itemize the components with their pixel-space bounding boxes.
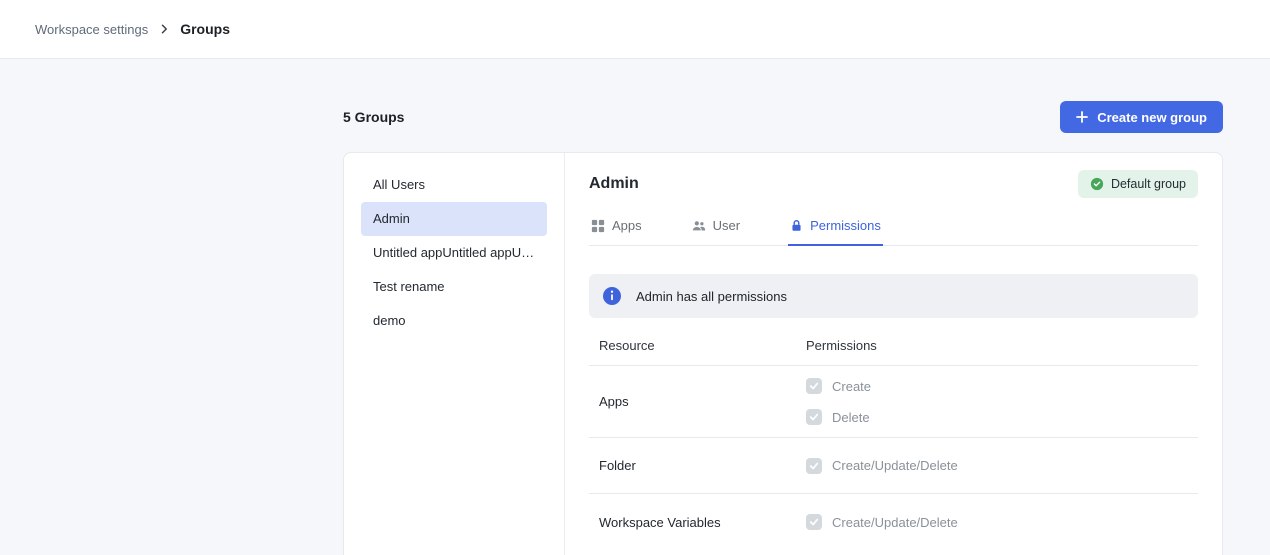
apps-grid-icon	[591, 219, 605, 233]
create-checkbox[interactable]	[806, 378, 822, 394]
permissions-table-header: Resource Permissions	[589, 324, 1198, 366]
check-circle-icon	[1090, 177, 1104, 191]
lock-icon	[790, 219, 803, 232]
permissions-info-banner: Admin has all permissions	[589, 274, 1198, 318]
permissions-table: Resource Permissions Apps Create	[589, 324, 1198, 550]
group-item-untitled-app[interactable]: Untitled appUntitled appUntitle...	[361, 236, 547, 270]
page-header: 5 Groups Create new group	[343, 101, 1223, 133]
tab-apps-label: Apps	[612, 218, 642, 233]
tab-permissions-label: Permissions	[810, 218, 881, 233]
permission-entry-cud: Create/Update/Delete	[806, 514, 1188, 530]
permission-label: Create	[832, 379, 871, 394]
permission-label: Create/Update/Delete	[832, 515, 958, 530]
breadcrumb-current-groups: Groups	[180, 21, 230, 37]
permission-label: Delete	[832, 410, 870, 425]
tab-permissions[interactable]: Permissions	[788, 209, 883, 246]
permission-entry-delete: Delete	[806, 409, 1188, 425]
group-item-admin[interactable]: Admin	[361, 202, 547, 236]
topbar: Workspace settings Groups	[0, 0, 1270, 59]
permission-entry-create: Create	[806, 378, 1188, 394]
create-new-group-label: Create new group	[1097, 110, 1207, 125]
permission-entry-cud: Create/Update/Delete	[806, 458, 1188, 474]
delete-checkbox[interactable]	[806, 409, 822, 425]
groups-card: All Users Admin Untitled appUntitled app…	[343, 152, 1223, 555]
workspace-variables-cud-checkbox[interactable]	[806, 514, 822, 530]
group-list: All Users Admin Untitled appUntitled app…	[344, 153, 565, 555]
permission-label: Create/Update/Delete	[832, 458, 958, 473]
permissions-column-header: Permissions	[806, 338, 1188, 353]
group-panel-header: Admin Default group	[589, 169, 1198, 199]
resource-name: Workspace Variables	[599, 515, 806, 530]
group-item-demo[interactable]: demo	[361, 304, 547, 338]
breadcrumb-workspace-settings[interactable]: Workspace settings	[35, 22, 148, 37]
resource-column-header: Resource	[599, 338, 806, 353]
resource-name: Apps	[599, 394, 806, 409]
group-item-test-rename[interactable]: Test rename	[361, 270, 547, 304]
groups-page: 5 Groups Create new group All Users Admi…	[343, 101, 1223, 555]
permission-cells: Create Delete	[806, 378, 1188, 425]
plus-icon	[1076, 111, 1088, 123]
chevron-right-icon	[158, 23, 170, 35]
group-item-all-users[interactable]: All Users	[361, 168, 547, 202]
table-row-apps: Apps Create Delete	[589, 366, 1198, 438]
default-group-badge: Default group	[1078, 170, 1198, 198]
users-icon	[692, 219, 706, 233]
banner-text: Admin has all permissions	[636, 289, 787, 304]
tab-user[interactable]: User	[690, 209, 742, 246]
group-detail-panel: Admin Default group Apps	[565, 153, 1222, 555]
resource-name: Folder	[599, 458, 806, 473]
permission-cells: Create/Update/Delete	[806, 514, 1188, 530]
group-title: Admin	[589, 175, 639, 193]
groups-count-label: 5 Groups	[343, 109, 404, 125]
folder-cud-checkbox[interactable]	[806, 458, 822, 474]
tab-user-label: User	[713, 218, 740, 233]
tab-apps[interactable]: Apps	[589, 209, 644, 246]
default-group-badge-label: Default group	[1111, 177, 1186, 191]
table-row-workspace-variables: Workspace Variables Create/Update/Delete	[589, 494, 1198, 550]
info-icon	[602, 286, 622, 306]
group-tabs: Apps User Permissions	[589, 209, 1198, 246]
table-row-folder: Folder Create/Update/Delete	[589, 438, 1198, 494]
create-new-group-button[interactable]: Create new group	[1060, 101, 1223, 133]
permission-cells: Create/Update/Delete	[806, 458, 1188, 474]
